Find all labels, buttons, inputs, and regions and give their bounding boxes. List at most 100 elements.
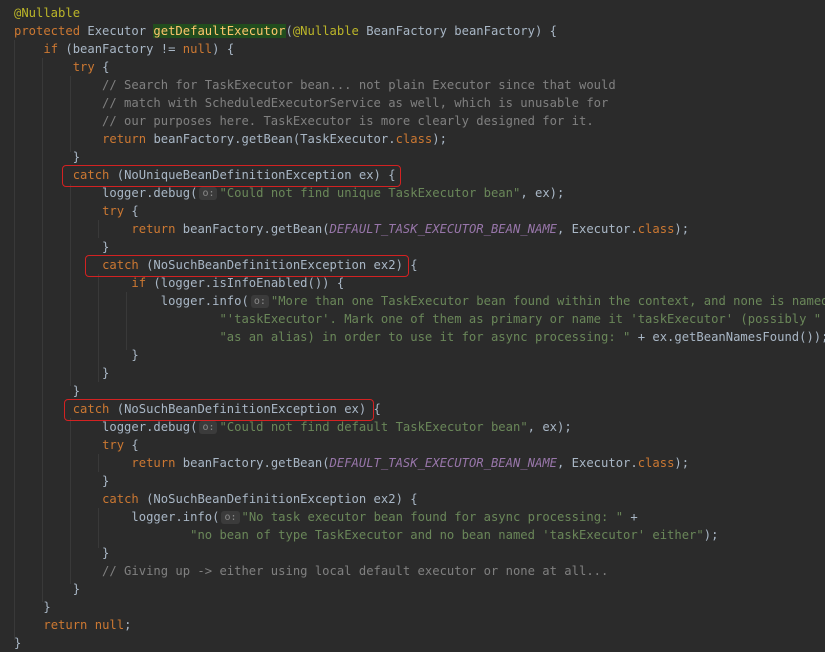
code-token: } (14, 240, 110, 254)
code-token: catch (102, 492, 147, 506)
code-token: } (14, 636, 22, 650)
code-line[interactable]: logger.debug(o: "Could not find unique Ta… (14, 184, 564, 202)
code-token: } (14, 384, 81, 398)
code-token: try (102, 204, 132, 218)
code-line[interactable]: catch (NoSuchBeanDefinitionException ex2… (14, 256, 418, 274)
code-line[interactable]: } (14, 238, 109, 256)
code-token: logger.debug( (14, 420, 198, 434)
code-token: } (14, 366, 110, 380)
code-line[interactable]: if (logger.isInfoEnabled()) { (14, 274, 344, 292)
code-line[interactable]: try { (14, 58, 110, 76)
code-line[interactable]: "'taskExecutor'. Mark one of them as pri… (14, 310, 825, 328)
code-token: beanFactory.getBean( (182, 222, 330, 236)
code-line[interactable]: logger.debug(o: "Could not find default T… (14, 418, 572, 436)
code-token: , Executor. (557, 222, 638, 236)
code-token: getDefaultExecutor (153, 24, 286, 38)
code-token: } (14, 348, 139, 362)
parameter-hint-badge: o: (199, 187, 218, 200)
code-line[interactable]: protected Executor getDefaultExecutor(@N… (14, 22, 557, 40)
code-token: class (395, 132, 433, 146)
code-token: { (102, 60, 110, 74)
code-line[interactable]: return null; (14, 616, 131, 634)
code-token: ( (285, 24, 293, 38)
code-line[interactable]: // Giving up -> either using local defau… (14, 562, 608, 580)
code-token: DEFAULT_TASK_EXECUTOR_BEAN_NAME (329, 222, 557, 236)
code-token: } (14, 600, 51, 614)
code-line[interactable]: return beanFactory.getBean(DEFAULT_TASK_… (14, 454, 689, 472)
code-token: null (182, 42, 213, 56)
code-token: return (43, 618, 95, 632)
code-token: return (102, 132, 154, 146)
code-token: "Could not find default TaskExecutor bea… (219, 420, 528, 434)
code-token: catch (72, 402, 117, 416)
code-line[interactable]: "as an alias) in order to use it for asy… (14, 328, 825, 346)
parameter-hint-badge: o: (221, 511, 240, 524)
code-token: } (14, 546, 110, 560)
code-line[interactable]: if (beanFactory != null) { (14, 40, 234, 58)
code-line[interactable]: } (14, 580, 80, 598)
code-line[interactable]: } (14, 598, 51, 616)
code-line[interactable]: } (14, 544, 109, 562)
code-token: beanFactory.getBean(TaskExecutor. (153, 132, 396, 146)
code-token: { (131, 204, 139, 218)
code-token: // Search for TaskExecutor bean... not p… (14, 78, 616, 92)
code-token: ); (703, 528, 719, 542)
parameter-hint-badge: o: (250, 295, 269, 308)
code-line[interactable]: } (14, 346, 139, 364)
code-line[interactable]: catch (NoSuchBeanDefinitionException ex)… (14, 400, 381, 418)
code-line[interactable]: "no bean of type TaskExecutor and no bea… (14, 526, 718, 544)
code-token: logger.debug( (14, 186, 198, 200)
code-token: ); (674, 456, 690, 470)
code-token: (NoUniqueBeanDefinitionException ex) { (116, 168, 396, 182)
code-line[interactable]: } (14, 634, 21, 652)
code-line[interactable]: } (14, 148, 80, 166)
code-editor[interactable]: @Nullable protected Executor getDefaultEx… (0, 0, 825, 651)
code-line[interactable]: catch (NoSuchBeanDefinitionException ex2… (14, 490, 418, 508)
code-line[interactable]: return beanFactory.getBean(DEFAULT_TASK_… (14, 220, 689, 238)
code-line[interactable]: } (14, 472, 109, 490)
code-token: BeanFactory beanFactory) { (366, 24, 557, 38)
code-line[interactable]: catch (NoUniqueBeanDefinitionException e… (14, 166, 396, 184)
code-line[interactable]: // match with ScheduledExecutorService a… (14, 94, 608, 112)
code-line[interactable]: @Nullable (14, 4, 80, 22)
code-token: logger.info( (14, 510, 220, 524)
code-token: try (72, 60, 103, 74)
code-token: @Nullable (292, 24, 367, 38)
code-line[interactable]: return beanFactory.getBean(TaskExecutor.… (14, 130, 447, 148)
parameter-hint-badge: o: (199, 421, 218, 434)
code-token: beanFactory.getBean( (182, 456, 330, 470)
code-token: (beanFactory != (65, 42, 183, 56)
code-token: ); (432, 132, 447, 146)
code-token: (NoSuchBeanDefinitionException ex) { (116, 402, 381, 416)
code-token: if (43, 42, 66, 56)
code-token: "as an alias) in order to use it for asy… (219, 330, 631, 344)
code-token: + (821, 312, 825, 326)
code-token: { (131, 438, 139, 452)
code-token: @Nullable (14, 6, 81, 20)
code-line[interactable]: // our purposes here. TaskExecutor is mo… (14, 112, 594, 130)
code-token: logger.info( (14, 294, 249, 308)
code-token: } (14, 150, 81, 164)
code-token: (NoSuchBeanDefinitionException ex2) { (146, 492, 418, 506)
code-line[interactable]: logger.info(o: "No task executor bean fou… (14, 508, 638, 526)
code-token: "Could not find unique TaskExecutor bean… (219, 186, 521, 200)
code-line[interactable]: logger.info(o: "More than one TaskExecuto… (14, 292, 825, 310)
code-line[interactable]: } (14, 382, 80, 400)
code-line[interactable]: } (14, 364, 109, 382)
code-line[interactable]: try { (14, 436, 139, 454)
code-line[interactable]: try { (14, 202, 139, 220)
code-line[interactable]: // Search for TaskExecutor bean... not p… (14, 76, 616, 94)
code-token: null (94, 618, 125, 632)
code-token: ; (124, 618, 132, 632)
code-token: try (102, 438, 132, 452)
